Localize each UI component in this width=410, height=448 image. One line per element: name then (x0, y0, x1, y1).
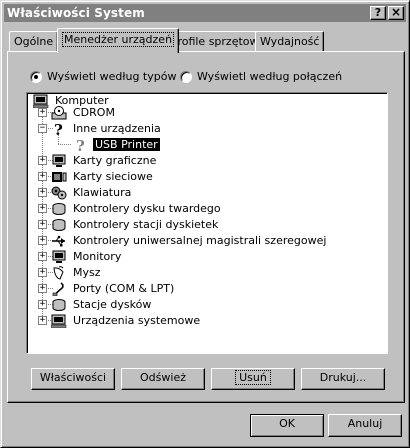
expand-toggle[interactable]: + (38, 236, 47, 245)
tree-node-mouse[interactable]: + Mysz (38, 265, 103, 280)
view-by-connection-option[interactable]: Wyświetl według połączeń (180, 70, 342, 83)
question-icon: ? (51, 122, 67, 136)
monitor-icon (51, 154, 67, 168)
tree-node-label: Karty graficzne (73, 154, 157, 167)
ok-button-label: OK (279, 417, 295, 430)
properties-button[interactable]: Właściwości (31, 368, 115, 390)
view-by-type-radio[interactable] (30, 70, 42, 83)
cancel-button[interactable]: Anuluj (328, 414, 402, 437)
device-manager-panel: Wyświetl według typów Wyświetl według po… (7, 51, 405, 403)
help-button[interactable]: ? (370, 6, 386, 20)
view-by-type-option[interactable]: Wyświetl według typów (30, 70, 176, 83)
mouse-icon (51, 265, 67, 280)
window-title: Właściwości System (7, 6, 145, 20)
refresh-button-label: Odśwież (140, 371, 186, 384)
tree-node-ports[interactable]: + Porty (COM & LPT) (38, 281, 176, 296)
port-icon (51, 281, 67, 296)
remove-button[interactable]: Usuń (211, 368, 295, 390)
tree-node-label: Stacje dysków (73, 298, 152, 311)
tree-node-keyboard[interactable]: + Klawiatura (38, 185, 133, 200)
tree-node-floppy-controllers[interactable]: + Kontrolery stacji dyskietek (38, 217, 220, 232)
tree-node-label: Kontrolery uniwersalnej magistrali szere… (73, 234, 327, 247)
tab-hardware-profiles-label: Profile sprzętowe (171, 35, 266, 48)
properties-button-label: Właściwości (39, 371, 107, 384)
print-button-label: Drukuj... (319, 371, 367, 384)
cdrom-icon (51, 105, 67, 120)
ok-button[interactable]: OK (250, 414, 324, 437)
tree-node-label: Urządzenia systemowe (73, 314, 201, 327)
expand-toggle[interactable]: + (38, 156, 47, 165)
question-icon: ? (73, 138, 89, 152)
tree-node-other-devices[interactable]: − ? Inne urządzenia (38, 121, 163, 136)
tree-node-usb-controllers[interactable]: + Kontrolery uniwersalnej magistrali sze… (38, 233, 328, 248)
svg-text:?: ? (76, 138, 85, 152)
expand-toggle[interactable]: + (38, 220, 47, 229)
tree-node-label: Kontrolery stacji dyskietek (73, 218, 219, 231)
expand-toggle[interactable]: + (38, 284, 47, 293)
tab-device-manager[interactable]: Menedżer urządzeń (57, 28, 180, 53)
tree-node-disk-drives[interactable]: + Stacje dysków (38, 297, 153, 312)
device-tree[interactable]: Komputer + CDROM − ? Inne urządzenia ? U… (26, 92, 388, 354)
print-button[interactable]: Drukuj... (301, 368, 385, 390)
tree-node-label: Monitory (73, 250, 122, 263)
tab-general-label: Ogólne (14, 35, 54, 48)
view-by-type-label: Wyświetl według typów (47, 70, 177, 83)
tree-node-system-devices[interactable]: + Urządzenia systemowe (38, 313, 202, 328)
cancel-button-label: Anuluj (347, 417, 383, 430)
remove-button-label: Usuń (235, 370, 271, 385)
tab-performance[interactable]: Wydajność (255, 31, 325, 51)
usb-icon (51, 234, 67, 248)
tree-node-label: Mysz (73, 266, 101, 279)
expand-toggle[interactable]: + (38, 188, 47, 197)
drive-icon (51, 298, 67, 312)
tree-node-label: Kontrolery dysku twardego (73, 202, 221, 215)
tree-node-label: USB Printer (93, 138, 160, 151)
expand-toggle[interactable]: + (38, 108, 47, 117)
expand-toggle[interactable]: + (38, 268, 47, 277)
tree-node-label: CDROM (73, 106, 115, 119)
tree-node-network-cards[interactable]: + Karty sieciowe (38, 169, 155, 184)
floppy-controller-icon (51, 218, 67, 232)
tab-performance-label: Wydajność (260, 35, 320, 48)
keyboard-icon (51, 186, 67, 200)
network-card-icon (51, 170, 67, 184)
tree-node-label: Karty sieciowe (73, 170, 153, 183)
title-bar[interactable]: Właściwości System ? × (4, 4, 406, 22)
expand-toggle[interactable]: + (38, 252, 47, 261)
expand-toggle[interactable]: + (38, 172, 47, 181)
disk-controller-icon (51, 202, 67, 216)
collapse-toggle[interactable]: − (38, 124, 47, 133)
close-button[interactable]: × (388, 6, 404, 20)
view-by-connection-radio[interactable] (180, 70, 192, 83)
tree-node-graphics-cards[interactable]: + Karty graficzne (38, 153, 158, 168)
expand-toggle[interactable]: + (38, 300, 47, 309)
expand-toggle[interactable]: + (38, 204, 47, 213)
tree-node-label: Klawiatura (73, 186, 132, 199)
expand-toggle[interactable]: + (38, 316, 47, 325)
system-device-icon (51, 314, 67, 328)
refresh-button[interactable]: Odśwież (121, 368, 205, 390)
tree-node-hdd-controllers[interactable]: + Kontrolery dysku twardego (38, 201, 223, 216)
tree-node-label: Porty (COM & LPT) (73, 282, 175, 295)
view-by-connection-label: Wyświetl według połączeń (197, 70, 343, 83)
system-properties-window: Właściwości System ? × Ogólne Menedżer u… (0, 0, 410, 448)
tab-general[interactable]: Ogólne (9, 31, 59, 51)
tree-node-monitors[interactable]: + Monitory (38, 249, 123, 264)
svg-text:?: ? (54, 122, 63, 136)
tree-node-usb-printer[interactable]: ? USB Printer (73, 137, 160, 152)
tree-node-label: Inne urządzenia (73, 122, 161, 135)
tab-device-manager-label: Menedżer urządzeń (62, 32, 175, 47)
monitor-icon (51, 250, 67, 264)
tree-node-cdrom[interactable]: + CDROM (38, 105, 117, 120)
